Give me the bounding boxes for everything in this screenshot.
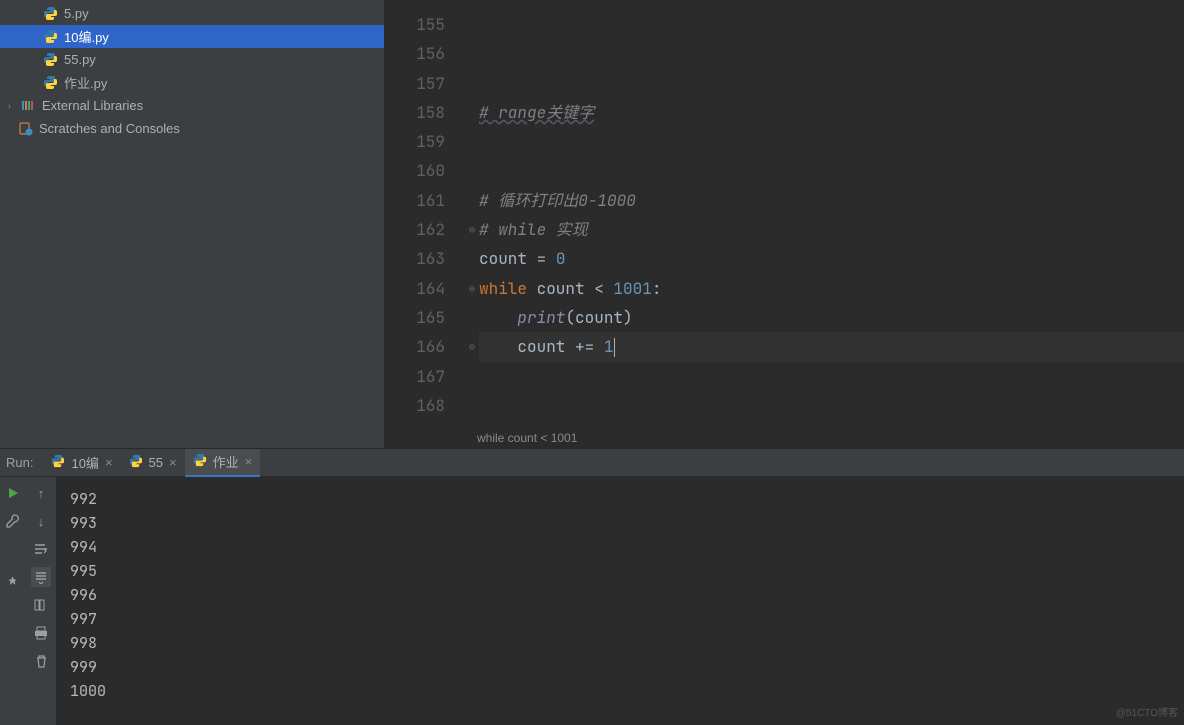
breadcrumb-text: while count < 1001 (477, 431, 577, 445)
python-file-icon (43, 6, 58, 21)
run-toolbar-left (0, 477, 26, 725)
soft-wrap-icon[interactable] (31, 539, 51, 559)
run-tabs-bar: Run: 10编 × 55 × 作业 × (0, 449, 1184, 477)
arrow-up-icon[interactable]: ↑ (31, 483, 51, 503)
scratches-icon (18, 121, 33, 136)
python-file-icon (43, 29, 58, 44)
run-tab[interactable]: 作业 × (185, 449, 261, 477)
pin-icon[interactable] (3, 571, 23, 591)
scratches-node[interactable]: Scratches and Consoles (0, 117, 384, 140)
run-toolbar-arrows: ↑ ↓ (26, 477, 56, 725)
project-sidebar[interactable]: 5.py 10编.py 55.py 作业.py › External Librarie… (0, 0, 385, 448)
python-file-icon (43, 52, 58, 67)
file-label: 10编.py (64, 27, 109, 46)
file-label: 5.py (64, 6, 89, 21)
file-tree-item[interactable]: 10编.py (0, 25, 384, 48)
run-tab[interactable]: 55 × (121, 449, 185, 477)
wrench-icon[interactable] (3, 511, 23, 531)
code-content[interactable]: # range关键字 # 循环打印出0-1000# while 实现count … (479, 0, 1184, 426)
run-tab-label: 55 (149, 455, 163, 470)
library-icon (21, 98, 36, 113)
file-tree-item[interactable]: 55.py (0, 48, 384, 71)
run-tab-label: 10编 (71, 453, 98, 472)
file-label: 作业.py (64, 73, 107, 92)
external-libraries-label: External Libraries (42, 98, 143, 113)
file-tree-item[interactable]: 5.py (0, 2, 384, 25)
run-label: Run: (0, 455, 43, 470)
close-icon[interactable]: × (105, 455, 113, 470)
fold-column[interactable]: ⊖⊖⊖ (465, 0, 479, 426)
scroll-to-end-icon[interactable] (31, 567, 51, 587)
close-icon[interactable]: × (169, 455, 177, 470)
python-file-icon (129, 454, 143, 471)
close-icon[interactable]: × (245, 454, 253, 469)
python-file-icon (193, 453, 207, 470)
print-icon[interactable] (31, 623, 51, 643)
python-file-icon (51, 454, 65, 471)
scratches-label: Scratches and Consoles (39, 121, 180, 136)
external-libraries-node[interactable]: › External Libraries (0, 94, 384, 117)
python-file-icon (43, 75, 58, 90)
chevron-right-icon: › (8, 101, 18, 111)
run-tab[interactable]: 10编 × (43, 449, 120, 477)
run-icon[interactable] (3, 483, 23, 503)
trash-icon[interactable] (31, 651, 51, 671)
console-output[interactable]: 992 993 994 995 996 997 998 999 1000 (56, 477, 1184, 725)
file-tree-item[interactable]: 作业.py (0, 71, 384, 94)
run-panel: Run: 10编 × 55 × 作业 × ↑ ↓ (0, 448, 1184, 725)
run-tab-label: 作业 (213, 452, 239, 471)
breadcrumb[interactable]: while count < 1001 (385, 426, 1184, 448)
watermark: @51CTO博客 (1116, 704, 1178, 719)
arrow-down-icon[interactable]: ↓ (31, 511, 51, 531)
code-editor[interactable]: 1551561571581591601611621631641651661671… (385, 0, 1184, 448)
columns-icon[interactable] (31, 595, 51, 615)
line-gutter[interactable]: 1551561571581591601611621631641651661671… (385, 0, 465, 426)
file-label: 55.py (64, 52, 96, 67)
